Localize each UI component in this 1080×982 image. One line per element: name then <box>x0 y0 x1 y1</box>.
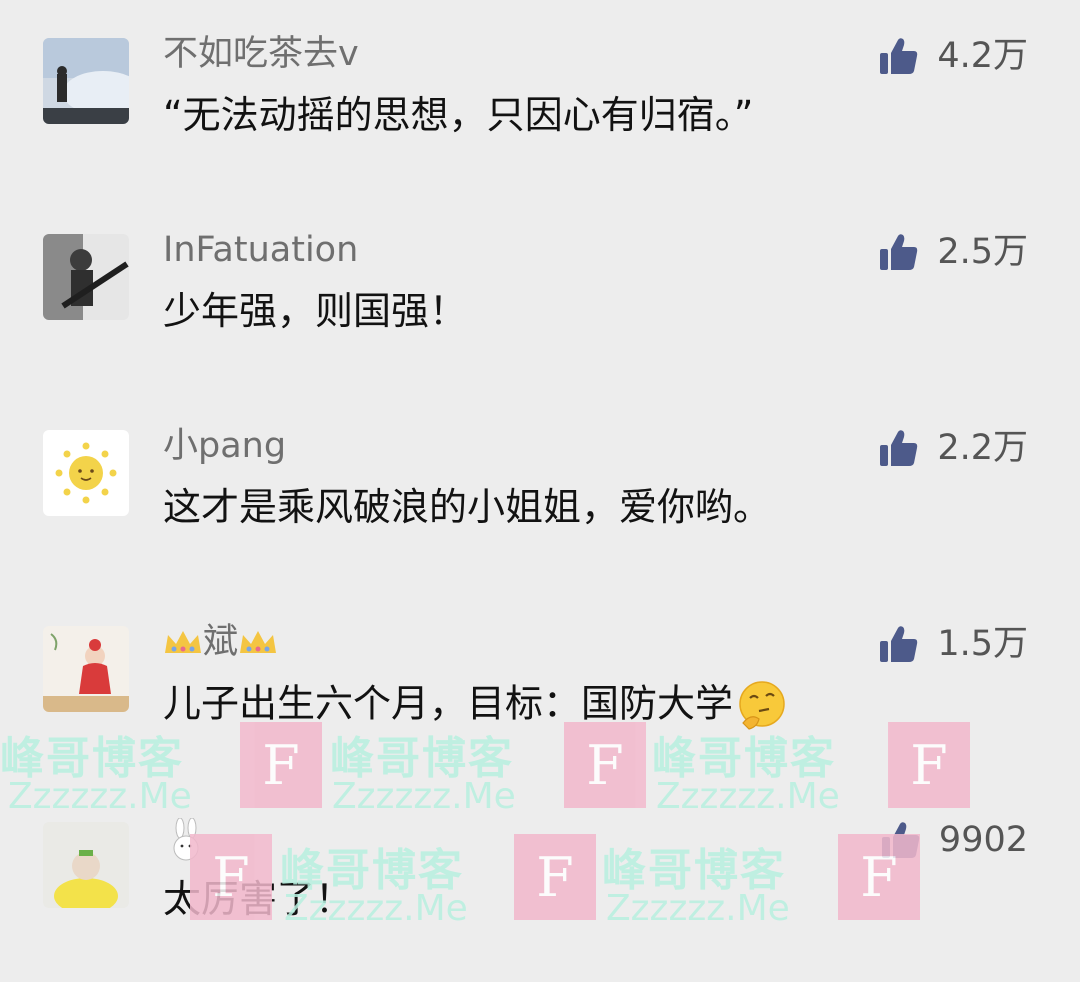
username[interactable]: 不如吃茶去v <box>163 32 359 76</box>
comment-text: 太厉害了！ <box>163 877 354 921</box>
username[interactable]: InFatuation <box>163 228 358 272</box>
avatar[interactable] <box>43 38 129 124</box>
comment-item: 斌 1.5万 儿子出生六个月，目标：国防大学 <box>0 622 1080 786</box>
comment-item: 9902 太厉害了！ <box>0 818 1080 982</box>
crown-icon <box>165 631 201 653</box>
avatar[interactable] <box>43 626 129 712</box>
comment-item: InFatuation 2.5万 少年强，则国强！ <box>0 230 1080 394</box>
comment-text: 少年强，则国强！ <box>163 289 468 333</box>
comment-text-label: 儿子出生六个月，目标：国防大学 <box>163 681 734 726</box>
like-count: 4.2万 <box>937 36 1028 76</box>
thumbs-up-icon <box>881 822 920 858</box>
avatar[interactable] <box>43 430 129 516</box>
like-button[interactable]: 2.5万 <box>879 230 1028 274</box>
comment-text: 儿子出生六个月，目标：国防大学 <box>163 679 789 733</box>
comment-text: 这才是乘风破浪的小姐姐，爱你哟。 <box>163 485 772 529</box>
comment-text: “无法动摇的思想，只因心有归宿。” <box>163 93 754 137</box>
username[interactable]: 斌 <box>163 620 278 664</box>
avatar[interactable] <box>43 822 129 908</box>
like-button[interactable]: 2.2万 <box>879 426 1028 470</box>
avatar[interactable] <box>43 234 129 320</box>
like-button[interactable]: 1.5万 <box>879 622 1028 666</box>
like-count: 2.5万 <box>937 232 1028 272</box>
like-count: 9902 <box>938 820 1028 860</box>
thinking-face-icon <box>739 681 785 730</box>
comment-item: 不如吃茶去v 4.2万 “无法动摇的思想，只因心有归宿。” <box>0 34 1080 198</box>
thumbs-up-icon <box>880 234 918 270</box>
thumbs-up-icon <box>880 626 918 662</box>
thumbs-up-icon <box>880 38 918 74</box>
crown-icon <box>240 631 277 653</box>
like-count: 2.2万 <box>937 428 1028 468</box>
comment-item: 小pang 2.2万 这才是乘风破浪的小姐姐，爱你哟。 <box>0 426 1080 590</box>
like-button[interactable]: 4.2万 <box>879 34 1028 78</box>
username-label: 斌 <box>203 622 239 662</box>
rabbit-icon <box>173 818 199 861</box>
username[interactable]: 小pang <box>163 424 286 468</box>
like-button[interactable]: 9902 <box>881 818 1028 862</box>
thumbs-up-icon <box>880 430 918 466</box>
like-count: 1.5万 <box>937 624 1028 664</box>
